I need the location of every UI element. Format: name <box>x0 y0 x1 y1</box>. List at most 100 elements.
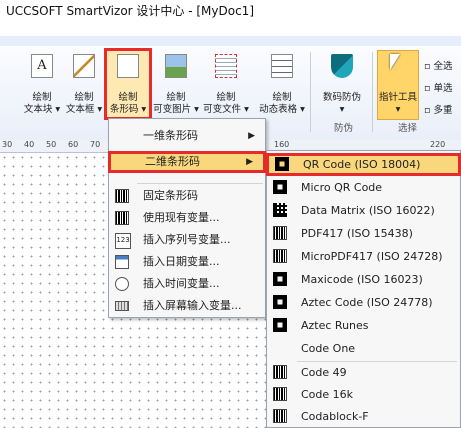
qr-icon <box>273 318 287 332</box>
menu-item-label: Maxicode (ISO 16023) <box>301 273 423 286</box>
menu-item-label: Codablock-F <box>301 410 369 423</box>
button-label: 数码防伪 <box>322 92 361 103</box>
ruler-tick: 220 <box>430 140 446 149</box>
ribbon-separator <box>310 52 311 132</box>
menu-item-code-16k[interactable]: Code 16k <box>267 383 460 406</box>
menu-item-label: QR Code (ISO 18004) <box>303 158 421 171</box>
2d-barcode-submenu: QR Code (ISO 18004) Micro QR Code Data M… <box>266 150 461 428</box>
menu-item-pdf417[interactable]: PDF417 (ISO 15438) <box>267 222 460 245</box>
table-icon <box>271 54 293 78</box>
button-label: 绘制 <box>272 92 292 103</box>
barcode-icon <box>273 365 287 379</box>
menu-item-fixed-barcode[interactable]: 固定条形码 <box>109 185 265 207</box>
datamatrix-icon <box>273 203 287 217</box>
button-label: 可变图片 ▾ <box>153 104 199 115</box>
small-item[interactable]: ▫ 全选 <box>424 58 452 72</box>
barcode-icon <box>273 226 287 240</box>
menu-item-aztec-code[interactable]: Aztec Code (ISO 24778) <box>267 291 460 314</box>
qr-icon <box>273 295 287 309</box>
menu-item-label: Aztec Runes <box>301 319 369 332</box>
draw-text-frame-button[interactable]: 绘制 文本框 ▾ <box>64 52 104 120</box>
submenu-arrow-icon: ▶ <box>248 131 255 141</box>
menu-item-use-variable[interactable]: 使用现有变量... <box>109 207 265 229</box>
barcode-dropdown-menu: 一维条形码 ▶ 二维条形码 ▶ 固定条形码 使用现有变量... 123 插入序列… <box>108 118 266 318</box>
menu-item-label: Micro QR Code <box>301 181 383 194</box>
menu-item-qr-code[interactable]: QR Code (ISO 18004) <box>266 153 461 176</box>
button-label: 绘制 <box>118 92 138 103</box>
draw-variable-file-button[interactable]: 绘制 可变文件 ▾ <box>203 52 249 120</box>
button-label: 条形码 ▾ <box>109 104 147 115</box>
menu-item-label: Code 49 <box>301 366 347 379</box>
keyboard-icon <box>115 301 129 311</box>
menu-item-2d-barcode[interactable]: 二维条形码 ▶ <box>108 151 266 173</box>
text-block-icon: A <box>31 54 53 78</box>
button-label: ▾ <box>395 104 401 115</box>
menu-item-maxicode[interactable]: Maxicode (ISO 16023) <box>267 268 460 291</box>
window-title: UCCSOFT SmartVizor 设计中心 - [MyDoc1] <box>0 0 461 22</box>
qr-icon <box>275 157 289 171</box>
menu-item-time-variable[interactable]: 插入时间变量... <box>109 273 265 295</box>
menu-item-serial-variable[interactable]: 123 插入序列号变量... <box>109 229 265 251</box>
barcode-icon <box>115 189 129 203</box>
menu-item-aztec-runes[interactable]: Aztec Runes <box>267 314 460 337</box>
group-label-select: 选择 <box>398 123 418 134</box>
menu-item-label: Data Matrix (ISO 16022) <box>301 204 435 217</box>
menu-item-micropdf417[interactable]: MicroPDF417 (ISO 24728) <box>267 245 460 268</box>
file-icon <box>215 54 237 78</box>
menu-item-label: PDF417 (ISO 15438) <box>301 227 413 240</box>
button-label: 绘制 <box>216 92 236 103</box>
menu-item-label: Code 16k <box>301 388 354 401</box>
menu-item-label: 插入时间变量... <box>143 277 220 290</box>
small-item[interactable]: ▫ 多重 <box>424 102 452 116</box>
barcode-icon <box>273 409 287 423</box>
cursor-arrow-icon <box>390 54 400 70</box>
button-label: 动态表格 ▾ <box>259 104 305 115</box>
menu-item-code-49[interactable]: Code 49 <box>267 361 460 384</box>
calendar-icon <box>115 255 129 269</box>
barcode-icon <box>273 249 287 263</box>
menu-item-date-variable[interactable]: 插入日期变量... <box>109 251 265 273</box>
menu-item-screen-input-variable[interactable]: 插入屏幕输入变量... <box>109 295 265 317</box>
button-label: 指针工具 <box>378 92 417 103</box>
clock-icon <box>115 277 129 291</box>
menu-item-label: MicroPDF417 (ISO 24728) <box>301 250 443 263</box>
serial-123-icon: 123 <box>115 233 131 249</box>
digital-antifake-button[interactable]: 数码防伪 ▾ <box>322 52 362 120</box>
menu-item-code-one[interactable]: Code One <box>267 337 460 360</box>
button-label: 可变文件 ▾ <box>203 104 249 115</box>
text-frame-icon <box>73 54 95 78</box>
menu-item-label: 使用现有变量... <box>143 211 220 224</box>
small-item[interactable]: ▫ 单选 <box>424 80 452 94</box>
group-label-antifake: 防伪 <box>334 123 354 134</box>
draw-text-block-button[interactable]: A 绘制 文本块 ▾ <box>22 52 62 120</box>
draw-barcode-button[interactable]: 绘制 条形码 ▾ <box>108 52 148 120</box>
shield-icon <box>331 54 353 78</box>
menu-separator <box>137 183 263 184</box>
button-label: 绘制 <box>166 92 186 103</box>
draw-variable-image-button[interactable]: 绘制 可变图片 ▾ <box>153 52 199 120</box>
menu-item-1d-barcode[interactable]: 一维条形码 ▶ <box>109 125 265 147</box>
menu-item-label: 固定条形码 <box>143 189 198 202</box>
submenu-arrow-icon: ▶ <box>246 157 253 167</box>
ruler-tick: 60 <box>68 140 79 149</box>
draw-dynamic-table-button[interactable]: 绘制 动态表格 ▾ <box>259 52 305 120</box>
pointer-tool-content: 指针工具 ▾ <box>378 52 418 120</box>
ruler-tick: 70 <box>90 140 101 149</box>
ruler-tick: 30 <box>2 140 13 149</box>
menu-item-label: 插入屏幕输入变量... <box>143 299 242 312</box>
menu-item-label: 二维条形码 <box>145 155 200 168</box>
ruler-tick: 160 <box>274 140 290 149</box>
menu-item-label: Code One <box>301 342 356 355</box>
qr-icon <box>273 180 287 194</box>
barcode-icon <box>273 387 287 401</box>
menu-item-codablock-f[interactable]: Codablock-F <box>267 405 460 428</box>
ruler-tick: 50 <box>46 140 57 149</box>
barcode-icon <box>117 54 139 78</box>
barcode-icon <box>115 211 129 225</box>
menu-item-label: Aztec Code (ISO 24778) <box>301 296 433 309</box>
menu-item-data-matrix[interactable]: Data Matrix (ISO 16022) <box>267 199 460 222</box>
menu-item-micro-qr[interactable]: Micro QR Code <box>267 176 460 199</box>
image-icon <box>165 54 187 78</box>
menu-item-label: 插入序列号变量... <box>143 233 231 246</box>
ruler-tick: 40 <box>24 140 35 149</box>
